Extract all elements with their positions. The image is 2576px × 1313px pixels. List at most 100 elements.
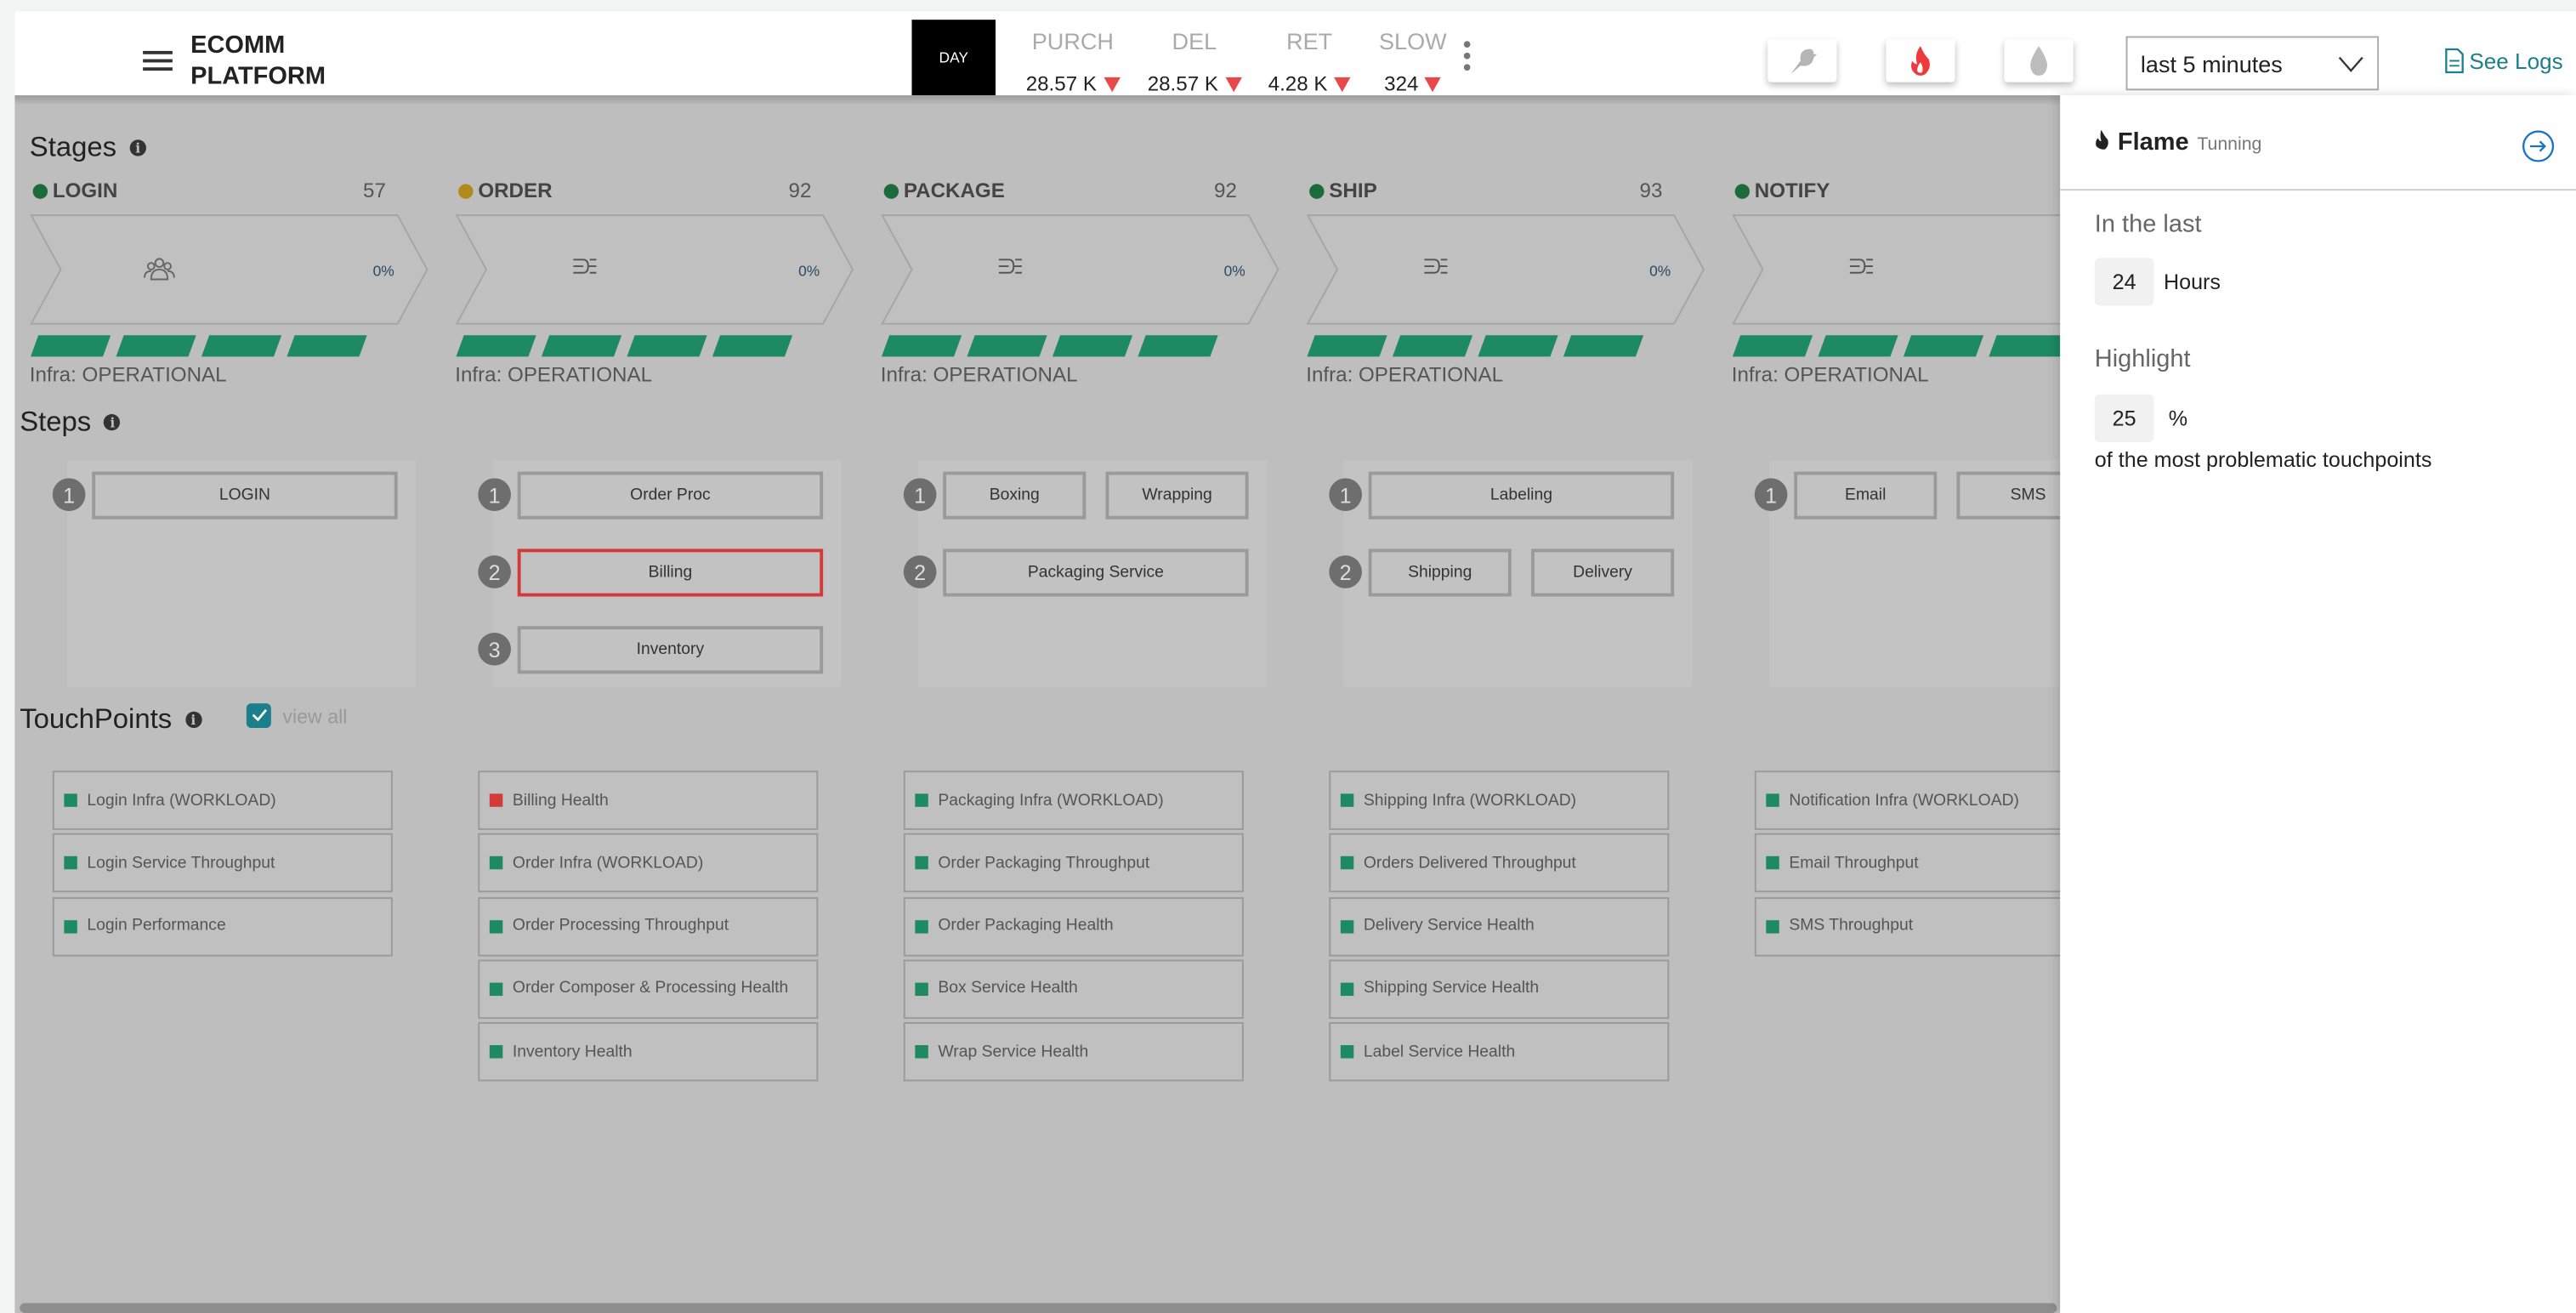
health-segment [627, 335, 707, 357]
flame-icon [2096, 129, 2108, 150]
touchpoint-item[interactable]: Order Packaging Health [903, 896, 1244, 956]
time-range-select[interactable]: last 5 minutes [2125, 36, 2380, 91]
touchpoint-item[interactable]: Box Service Health [903, 959, 1244, 1019]
step-billing[interactable]: Billing [517, 549, 824, 597]
health-segment [1052, 335, 1133, 357]
info-icon[interactable]: i [104, 413, 122, 431]
stage-percent: 0% [1649, 263, 1671, 280]
header-shadow [14, 95, 2061, 105]
step-packaging-service[interactable]: Packaging Service [943, 549, 1249, 597]
step-labeling[interactable]: Labeling [1368, 471, 1675, 520]
touchpoint-item[interactable]: Notification Infra (WORKLOAD) [1754, 770, 2061, 830]
step-number: 2 [903, 555, 937, 588]
touchpoint-label: Login Infra (WORKLOAD) [87, 791, 276, 810]
health-segment [881, 335, 962, 357]
touchpoints-title: TouchPoints [20, 703, 173, 735]
step-number: 1 [903, 478, 937, 511]
touchpoint-item[interactable]: Order Composer & Processing Health [478, 959, 819, 1019]
touchpoint-item[interactable]: Login Infra (WORKLOAD) [52, 770, 393, 830]
status-indicator [915, 856, 928, 870]
health-segment [1138, 335, 1218, 357]
touchpoint-item[interactable]: Label Service Health [1329, 1022, 1670, 1082]
touchpoint-item[interactable]: Shipping Service Health [1329, 959, 1670, 1019]
app-title-line1: ECOMM [190, 31, 286, 60]
touchpoint-item[interactable]: Delivery Service Health [1329, 896, 1670, 956]
time-range-value: last 5 minutes [2140, 49, 2283, 77]
touchpoint-item[interactable]: SMS Throughput [1754, 896, 2061, 956]
touchpoint-item[interactable]: Login Service Throughput [52, 833, 393, 893]
stage-chevron[interactable]: 0% [455, 213, 856, 328]
stage-percent: 0% [798, 263, 820, 280]
step-sms[interactable]: SMS [1956, 471, 2061, 520]
step-login[interactable]: LOGIN [92, 471, 398, 520]
touchpoint-label: Order Composer & Processing Health [512, 980, 789, 998]
status-dot [32, 183, 48, 198]
step-delivery[interactable]: Delivery [1530, 549, 1675, 597]
step-boxing[interactable]: Boxing [943, 471, 1087, 520]
view-all-checkbox[interactable]: view all [246, 703, 347, 729]
touchpoint-item[interactable]: Orders Delivered Throughput [1329, 833, 1670, 893]
status-indicator [64, 793, 77, 807]
stage-chevron[interactable]: 0% [881, 213, 1282, 328]
stage-chevron[interactable]: 0% [30, 213, 431, 328]
touchpoint-item[interactable]: Wrap Service Health [903, 1022, 1244, 1082]
health-segment [1903, 335, 1984, 357]
metric-value: 28.57 K [1025, 72, 1097, 96]
info-icon[interactable]: i [184, 711, 201, 729]
touchpoint-item[interactable]: Inventory Health [478, 1022, 819, 1082]
health-segment [1989, 335, 2061, 357]
flame-button[interactable] [1886, 39, 1955, 82]
touchpoint-item[interactable]: Order Packaging Throughput [903, 833, 1244, 893]
touchpoint-item[interactable]: Email Throughput [1754, 833, 2061, 893]
hours-input[interactable]: 24 [2094, 258, 2154, 306]
divider [2060, 189, 2576, 191]
touchpoint-item[interactable]: Order Processing Throughput [478, 896, 819, 956]
step-inventory[interactable]: Inventory [517, 626, 824, 674]
checkbox-checked-icon[interactable] [246, 703, 271, 729]
step-shipping[interactable]: Shipping [1368, 549, 1512, 597]
highlight-input[interactable]: 25 [2094, 394, 2154, 442]
health-segment [201, 335, 282, 357]
panel-header: Flame Tunning [2095, 128, 2261, 156]
stage-name-ship[interactable]: SHIP [1309, 179, 1377, 202]
info-icon[interactable]: i [129, 139, 146, 156]
stage-name-login[interactable]: LOGIN [32, 179, 118, 202]
stage-name-order[interactable]: ORDER [458, 179, 553, 202]
health-segment [1818, 335, 1898, 357]
horizontal-scrollbar[interactable] [20, 1303, 2057, 1313]
touchpoint-item[interactable]: Packaging Infra (WORKLOAD) [903, 770, 1244, 830]
touchpoint-item[interactable]: Order Infra (WORKLOAD) [478, 833, 819, 893]
touchpoint-label: Shipping Service Health [1363, 980, 1540, 998]
panel-title: Flame [2117, 128, 2189, 156]
trend-down-icon [1103, 77, 1121, 93]
step-number: 1 [1329, 478, 1362, 511]
collapse-panel-arrow-icon[interactable] [2522, 130, 2555, 163]
stage-chevron[interactable] [1732, 213, 2061, 328]
status-indicator [1340, 856, 1354, 870]
touchpoint-item[interactable]: Billing Health [478, 770, 819, 830]
highlight-unit: % [2168, 406, 2188, 431]
step-email[interactable]: Email [1794, 471, 1938, 520]
infra-status: Infra: OPERATIONAL [1731, 363, 1929, 387]
drop-button[interactable] [2004, 39, 2074, 82]
hamburger-menu-icon[interactable] [143, 46, 173, 76]
more-options-icon[interactable] [1463, 37, 1471, 76]
period-button[interactable]: DAY [911, 20, 996, 96]
stage-chevron[interactable]: 0% [1306, 213, 1707, 328]
bird-button[interactable] [1767, 39, 1837, 82]
touchpoint-item[interactable]: Login Performance [52, 896, 393, 956]
health-segment [287, 335, 367, 357]
stage-name-notify[interactable]: NOTIFY [1734, 179, 1830, 202]
step-number: 2 [1329, 555, 1362, 588]
stage-name-package[interactable]: PACKAGE [883, 179, 1005, 202]
step-order-proc[interactable]: Order Proc [517, 471, 824, 520]
infra-status: Infra: OPERATIONAL [880, 363, 1078, 387]
health-segment [967, 335, 1047, 357]
step-wrapping[interactable]: Wrapping [1105, 471, 1249, 520]
see-logs-link[interactable]: See Logs [2444, 48, 2563, 74]
step-number: 2 [478, 555, 511, 588]
status-indicator [1340, 982, 1354, 996]
touchpoint-item[interactable]: Shipping Infra (WORKLOAD) [1329, 770, 1670, 830]
app-title-line2: PLATFORM [190, 62, 326, 91]
status-dot [1734, 183, 1750, 198]
